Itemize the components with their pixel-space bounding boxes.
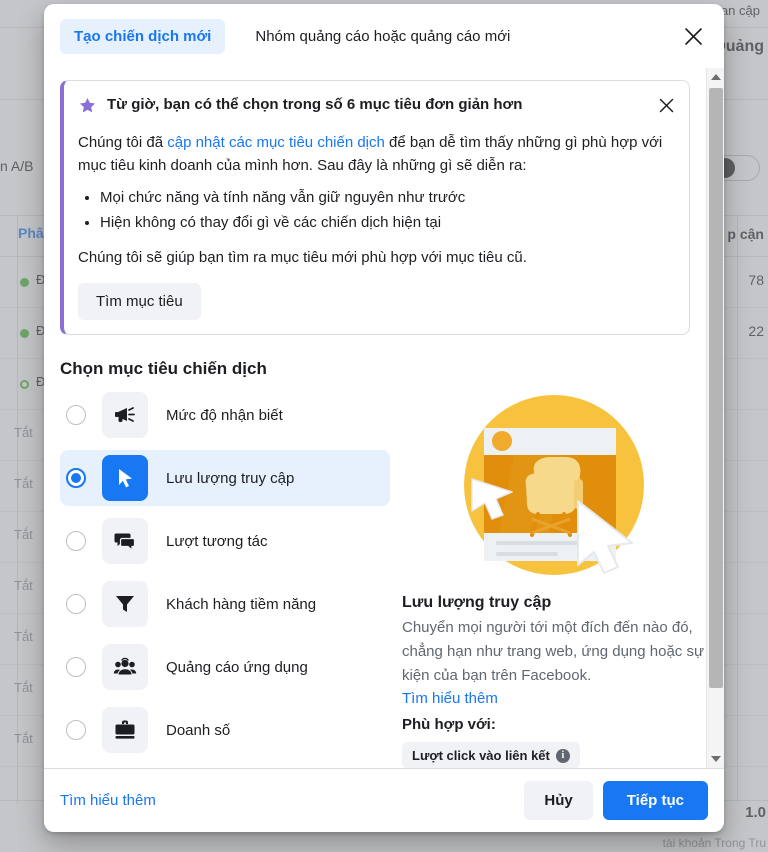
cursor-arrow-icon [102, 455, 148, 501]
megaphone-icon [102, 392, 148, 438]
continue-button[interactable]: Tiếp tục [602, 781, 708, 820]
detail-description: Chuyển mọi người tới một đích đến nào đó… [402, 619, 704, 684]
star-icon [78, 96, 97, 120]
objective-label: Mức độ nhận biết [166, 406, 283, 424]
objective-radio[interactable] [66, 405, 86, 425]
objective-option-0[interactable]: Mức độ nhận biết [60, 387, 390, 443]
dialog-close-button[interactable] [676, 19, 710, 53]
banner-paragraph-before: Chúng tôi đã [78, 134, 168, 151]
close-icon [684, 27, 702, 45]
detail-chip-label: Lượt click vào liên kết [412, 748, 550, 763]
banner-title: Từ giờ, bạn có thể chọn trong số 6 mục t… [107, 96, 523, 113]
objective-option-5[interactable]: Doanh số [60, 702, 390, 758]
banner-bullet-item: Hiện không có thay đổi gì về các chiến d… [100, 210, 673, 235]
footer-learn-more-link[interactable]: Tìm hiểu thêm [60, 792, 156, 809]
objective-option-4[interactable]: Quảng cáo ứng dụng [60, 639, 390, 695]
funnel-icon [102, 581, 148, 627]
objective-label: Lưu lượng truy cập [166, 469, 295, 487]
banner-bullet-item: Mọi chức năng và tính năng vẫn giữ nguyê… [100, 185, 673, 210]
chat-bubbles-icon [102, 518, 148, 564]
objective-option-1[interactable]: Lưu lượng truy cập [60, 450, 390, 506]
detail-chip-list: Lượt click vào liên kếtiLượt xem trang đ… [402, 733, 706, 768]
chevron-up-icon [711, 74, 721, 80]
info-icon[interactable]: i [555, 748, 570, 763]
banner-closing-text: Chúng tôi sẽ giúp bạn tìm ra mục tiêu mớ… [78, 249, 527, 266]
objective-label: Doanh số [166, 721, 231, 739]
banner-close-button[interactable] [653, 92, 679, 118]
create-campaign-dialog: Tạo chiến dịch mới Nhóm quảng cáo hoặc q… [44, 4, 724, 832]
objectives-update-banner: Từ giờ, bạn có thể chọn trong số 6 mục t… [60, 80, 690, 335]
tab-create-campaign[interactable]: Tạo chiến dịch mới [60, 18, 226, 54]
close-icon [659, 98, 673, 112]
banner-inline-link[interactable]: cập nhật các mục tiêu chiến dịch [167, 134, 385, 151]
cancel-button[interactable]: Hủy [524, 781, 593, 820]
traffic-illustration [402, 387, 706, 578]
dialog-scrollbar[interactable] [706, 68, 724, 768]
people-group-icon [102, 644, 148, 690]
objective-detail-panel: Lưu lượng truy cập Chuyển mọi người tới … [390, 387, 706, 768]
objective-radio[interactable] [66, 531, 86, 551]
briefcase-icon [102, 707, 148, 753]
dialog-footer: Tìm hiểu thêm Hủy Tiếp tục [44, 768, 724, 832]
detail-title: Lưu lượng truy cập [402, 594, 552, 611]
objective-list: Mức độ nhận biết Lưu lượng truy cập Lượt t… [60, 387, 390, 768]
objective-radio[interactable] [66, 468, 86, 488]
dialog-scroll-body: Từ giờ, bạn có thể chọn trong số 6 mục t… [44, 68, 724, 768]
objective-radio[interactable] [66, 657, 86, 677]
objective-label: Khách hàng tiềm năng [166, 595, 317, 613]
chevron-down-icon [711, 756, 721, 762]
dialog-header: Tạo chiến dịch mới Nhóm quảng cáo hoặc q… [44, 4, 724, 68]
footer-actions: Hủy Tiếp tục [524, 781, 708, 820]
objective-radio[interactable] [66, 720, 86, 740]
detail-learn-more-link[interactable]: Tìm hiểu thêm [402, 690, 498, 707]
banner-bullet-list: Mọi chức năng và tính năng vẫn giữ nguyê… [78, 185, 673, 235]
dialog-content: Từ giờ, bạn có thể chọn trong số 6 mục t… [44, 68, 706, 768]
detail-suitable-label: Phù hợp với: [402, 716, 496, 733]
banner-paragraph: Chúng tôi đã cập nhật các mục tiêu chiến… [78, 131, 673, 177]
objectives-layout: Mức độ nhận biết Lưu lượng truy cập Lượt t… [44, 387, 706, 768]
objective-radio[interactable] [66, 594, 86, 614]
detail-chip: Lượt click vào liên kết i [402, 742, 580, 768]
scroll-up-button[interactable] [707, 68, 724, 86]
objectives-section-title: Chọn mục tiêu chiến dịch [60, 359, 267, 378]
objective-option-2[interactable]: Lượt tương tác [60, 513, 390, 569]
tab-new-adset-or-ad[interactable]: Nhóm quảng cáo hoặc quảng cáo mới [245, 19, 520, 54]
scrollbar-thumb[interactable] [709, 88, 723, 688]
objective-label: Lượt tương tác [166, 532, 268, 550]
scroll-down-button[interactable] [707, 750, 724, 768]
find-objective-button[interactable]: Tìm mục tiêu [78, 283, 201, 320]
objective-label: Quảng cáo ứng dụng [166, 658, 308, 676]
objective-option-3[interactable]: Khách hàng tiềm năng [60, 576, 390, 632]
